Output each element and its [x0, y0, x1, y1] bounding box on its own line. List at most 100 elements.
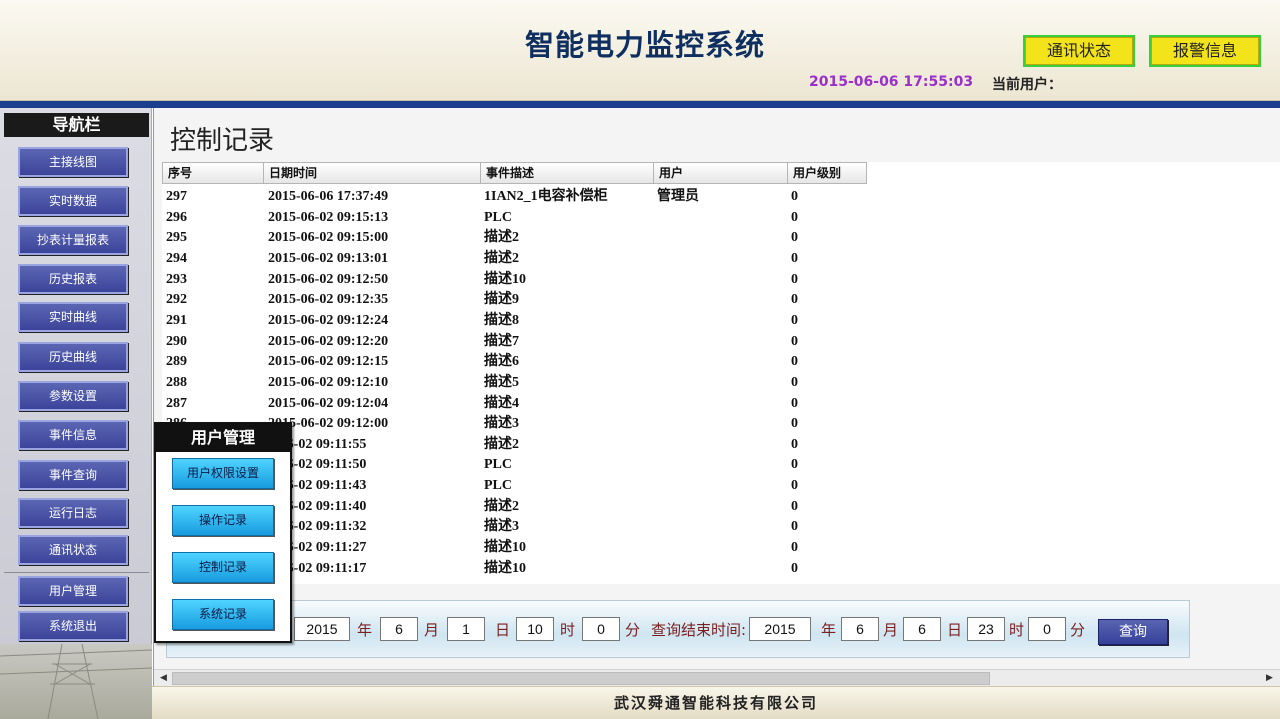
table-row[interactable]: 295 2015-06-02 09:15:00 描述2 0	[162, 228, 1062, 249]
table-row[interactable]: 288 2015-06-02 09:12:10 描述5 0	[162, 373, 1062, 394]
column-header-event-desc[interactable]: 事件描述	[480, 162, 654, 184]
table-row[interactable]: 294 2015-06-02 09:13:01 描述2 0	[162, 249, 1062, 270]
table-row[interactable]: 5-06-02 09:11:40 描述2 0	[162, 497, 1062, 518]
sidebar-divider	[4, 572, 149, 573]
end-day-input[interactable]: 6	[903, 617, 941, 641]
table-row[interactable]: 5-06-02 09:11:27 描述10 0	[162, 538, 1062, 559]
cell-seq: 293	[166, 271, 187, 287]
cell-user-level: 0	[791, 292, 798, 308]
cell-datetime: 2015-06-02 09:12:10	[268, 374, 389, 390]
table-row[interactable]: 5-06-02 09:11:32 描述3 0	[162, 517, 1062, 538]
cell-event-desc: 描述3	[484, 519, 519, 535]
cell-datetime: 2015-06-02 09:12:50	[268, 271, 389, 287]
table-row[interactable]: 5-06-02 09:11:55 描述2 0	[162, 435, 1062, 456]
nav-user-management-button[interactable]: 用户管理	[18, 576, 128, 606]
table-row[interactable]: 296 2015-06-02 09:15:13 PLC 0	[162, 208, 1062, 229]
nav-history-report-button[interactable]: 历史报表	[18, 264, 128, 294]
cell-user-level: 0	[791, 519, 798, 535]
nav-realtime-curve-button[interactable]: 实时曲线	[18, 302, 128, 332]
table-row[interactable]: 2862015-06-02 09:12:00描述30	[162, 414, 1062, 435]
start-day-input[interactable]: 1	[447, 617, 485, 641]
column-header-datetime[interactable]: 日期时间	[263, 162, 481, 184]
start-year-input[interactable]: 2015	[294, 617, 350, 641]
start-minute-input[interactable]: 0	[582, 617, 620, 641]
end-year-label: 年	[821, 621, 837, 639]
cell-user: 管理员	[657, 189, 699, 204]
cell-user-level: 0	[791, 312, 798, 328]
table-row[interactable]: 291 2015-06-02 09:12:24 描述8 0	[162, 311, 1062, 332]
table-row[interactable]: 292 2015-06-02 09:12:35 描述9 0	[162, 290, 1062, 311]
power-tower-decoration	[0, 644, 152, 719]
query-bar: 2015 年 6 月 1 日 10 时 0 分 查询结束时间: 2015 年 6…	[166, 600, 1190, 658]
cell-seq: 289	[166, 354, 187, 370]
nav-system-exit-button[interactable]: 系统退出	[18, 611, 128, 641]
query-button[interactable]: 查询	[1098, 619, 1168, 645]
table-row[interactable]: 297 2015-06-06 17:37:49 1IAN2_1电容补偿柜 管理员 0	[162, 187, 1062, 208]
cell-user-level: 0	[791, 271, 798, 287]
cell-event-desc: PLC	[484, 457, 512, 473]
table-row[interactable]: 289 2015-06-02 09:12:15 描述6 0	[162, 352, 1062, 373]
cell-datetime: 2015-06-02 09:12:20	[268, 333, 389, 349]
horizontal-scrollbar[interactable]: ◀ ▶	[154, 669, 1280, 686]
scroll-right-arrow-icon[interactable]: ▶	[1262, 671, 1277, 686]
control-record-button[interactable]: 控制记录	[172, 552, 274, 583]
cell-seq: 297	[166, 189, 187, 204]
end-year-input[interactable]: 2015	[749, 617, 811, 641]
table-row[interactable]: 5-06-02 09:11:17 描述10 0	[162, 559, 1062, 580]
end-minute-label: 分	[1070, 621, 1086, 639]
column-header-user-level[interactable]: 用户级别	[787, 162, 867, 184]
cell-event-desc: 描述5	[484, 374, 519, 390]
column-header-seq[interactable]: 序号	[162, 162, 264, 184]
system-record-button[interactable]: 系统记录	[172, 599, 274, 630]
cell-event-desc: 描述10	[484, 560, 526, 576]
table-row[interactable]: 293 2015-06-02 09:12:50 描述10 0	[162, 270, 1062, 291]
current-datetime: 2015-06-06 17:55:03	[809, 74, 974, 90]
scrollbar-thumb[interactable]	[172, 672, 990, 685]
cell-user-level: 0	[791, 374, 798, 390]
scroll-left-arrow-icon[interactable]: ◀	[156, 671, 171, 686]
month-label: 月	[424, 621, 440, 639]
cell-user-level: 0	[791, 540, 798, 556]
nav-history-curve-button[interactable]: 历史曲线	[18, 342, 128, 372]
end-minute-input[interactable]: 0	[1028, 617, 1066, 641]
header: 智能电力监控系统 通讯状态 报警信息 2015-06-06 17:55:03 当…	[0, 0, 1280, 101]
nav-meter-report-button[interactable]: 抄表计量报表	[18, 225, 128, 255]
operation-record-button[interactable]: 操作记录	[172, 505, 274, 536]
nav-realtime-data-button[interactable]: 实时数据	[18, 186, 128, 216]
alarm-info-button[interactable]: 报警信息	[1149, 35, 1261, 67]
cell-datetime: 2015-06-02 09:12:35	[268, 292, 389, 308]
cell-datetime: 2015-06-02 09:13:01	[268, 250, 389, 266]
cell-seq: 292	[166, 292, 187, 308]
cell-event-desc: PLC	[484, 209, 512, 225]
comm-status-button[interactable]: 通讯状态	[1023, 35, 1135, 67]
column-header-user[interactable]: 用户	[653, 162, 788, 184]
end-hour-input[interactable]: 23	[967, 617, 1005, 641]
nav-event-info-button[interactable]: 事件信息	[18, 420, 128, 450]
table-row[interactable]: 287 2015-06-02 09:12:04 描述4 0	[162, 394, 1062, 415]
table-row[interactable]: 5-06-02 09:11:50 PLC 0	[162, 455, 1062, 476]
page-title: 控制记录	[170, 126, 275, 156]
cell-user-level: 0	[791, 457, 798, 473]
end-month-input[interactable]: 6	[841, 617, 879, 641]
cell-datetime: 2015-06-02 09:15:00	[268, 230, 389, 246]
table-row[interactable]: 290 2015-06-02 09:12:20 描述7 0	[162, 332, 1062, 353]
nav-main-wiring-button[interactable]: 主接线图	[18, 147, 128, 177]
cell-event-desc: 描述3	[484, 416, 519, 432]
cell-user-level: 0	[791, 333, 798, 349]
nav-run-log-button[interactable]: 运行日志	[18, 498, 128, 528]
cell-event-desc: 1IAN2_1电容补偿柜	[484, 189, 608, 204]
footer-company: 武汉舜通智能科技有限公司	[152, 686, 1280, 719]
cell-event-desc: 描述2	[484, 230, 519, 246]
cell-datetime: 2015-06-02 09:12:04	[268, 395, 389, 411]
table-row[interactable]: 5-06-02 09:11:43 PLC 0	[162, 476, 1062, 497]
user-permission-settings-button[interactable]: 用户权限设置	[172, 458, 274, 489]
year-label: 年	[357, 621, 373, 639]
start-hour-input[interactable]: 10	[516, 617, 554, 641]
cell-seq: 291	[166, 312, 187, 328]
nav-comm-status-button[interactable]: 通讯状态	[18, 535, 128, 565]
cell-event-desc: 描述10	[484, 540, 526, 556]
nav-event-query-button[interactable]: 事件查询	[18, 460, 128, 490]
nav-parameter-settings-button[interactable]: 参数设置	[18, 381, 128, 411]
start-month-input[interactable]: 6	[380, 617, 418, 641]
cell-user-level: 0	[791, 498, 798, 514]
